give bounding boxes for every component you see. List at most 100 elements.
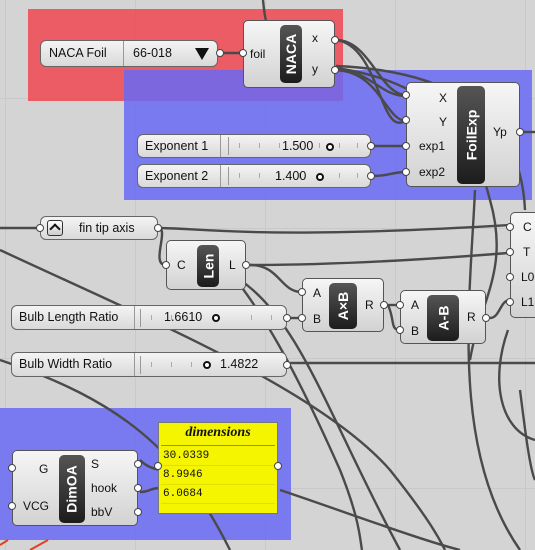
len-input-c[interactable]: C — [177, 258, 186, 272]
subtract-r-grip[interactable] — [482, 314, 490, 322]
multiply-input-b[interactable]: B — [313, 312, 321, 326]
wire — [157, 226, 167, 267]
subtract-input-b[interactable]: B — [411, 324, 419, 338]
subtract-input-a[interactable]: A — [411, 298, 419, 312]
len-component-tag: Len — [197, 245, 219, 287]
dimensions-row: 30.0339 — [161, 447, 275, 466]
foilexp-input-y[interactable]: Y — [439, 115, 447, 129]
output-grip[interactable] — [216, 49, 224, 57]
dimoa-hook-grip[interactable] — [134, 484, 142, 492]
right-input-l0[interactable]: L0 — [521, 270, 534, 284]
foilexp-yp-grip[interactable] — [516, 128, 524, 136]
foilexp-input-exp1[interactable]: exp1 — [419, 139, 445, 153]
foilexp-x-grip[interactable] — [402, 91, 410, 99]
bulb-width-ratio-slider[interactable]: Bulb Width Ratio 1.4822 — [11, 352, 287, 377]
dimoa-g-grip[interactable] — [8, 464, 16, 472]
dimoa-s-grip[interactable] — [134, 460, 142, 468]
naca-foil-grip[interactable] — [239, 49, 247, 57]
dimoa-vcg-grip[interactable] — [8, 502, 16, 510]
subtract-a-grip[interactable] — [396, 301, 404, 309]
naca-foil-name: NACA Foil — [49, 46, 107, 60]
subtract-component[interactable]: A B A-B R — [400, 290, 486, 344]
foilexp-exp2-grip[interactable] — [402, 168, 410, 176]
subtract-b-grip[interactable] — [396, 326, 404, 334]
fin-tip-axis-label: fin tip axis — [79, 221, 135, 235]
slider-divider — [134, 353, 135, 376]
right-l1-grip[interactable] — [506, 298, 514, 306]
exponent2-slider-knob[interactable] — [316, 173, 324, 181]
multiply-output-r[interactable]: R — [365, 298, 374, 312]
fin-tip-out-grip[interactable] — [154, 224, 162, 232]
len-component[interactable]: C Len L — [166, 240, 246, 290]
slider-divider — [220, 135, 221, 157]
dimoa-component-tag: DimOA — [59, 455, 85, 523]
bulb-length-ratio-slider[interactable]: Bulb Length Ratio 1.6610 — [11, 305, 287, 330]
naca-component[interactable]: foil NACA x y — [243, 20, 335, 88]
exponent1-label: Exponent 1 — [145, 139, 209, 153]
len-output-l[interactable]: L — [229, 258, 236, 272]
multiply-input-a[interactable]: A — [313, 286, 321, 300]
dimoa-output-s[interactable]: S — [91, 457, 99, 471]
right-input-c[interactable]: C — [523, 220, 532, 234]
foilexp-y-grip[interactable] — [402, 116, 410, 124]
dimoa-tag-label: DimOA — [64, 465, 81, 513]
dropdown-triangle-icon[interactable] — [195, 48, 209, 60]
naca-x-grip[interactable] — [331, 36, 339, 44]
right-l0-grip[interactable] — [506, 273, 514, 281]
right-input-l1[interactable]: L1 — [521, 295, 534, 309]
dimensions-row: 6.0684 — [161, 485, 275, 504]
foilexp-component[interactable]: X Y exp1 exp2 FoilExp Yp — [406, 82, 520, 187]
bulb-length-grip[interactable] — [283, 314, 291, 322]
len-l-grip[interactable] — [242, 261, 250, 269]
naca-foil-value-list[interactable]: NACA Foil 66-018 — [40, 40, 218, 67]
panel-in-grip[interactable] — [154, 462, 162, 470]
bulb-width-grip[interactable] — [283, 361, 291, 369]
multiply-a-grip[interactable] — [298, 288, 306, 296]
exponent1-slider-knob[interactable] — [326, 143, 334, 151]
exponent1-value: 1.500 — [282, 139, 314, 153]
exponent2-grip[interactable] — [367, 172, 375, 180]
panel-out-grip[interactable] — [274, 462, 282, 470]
toggle-arrow-icon[interactable] — [47, 220, 63, 236]
naca-y-grip[interactable] — [331, 66, 339, 74]
foilexp-output-yp[interactable]: Yp — [493, 125, 507, 139]
bulb-width-ratio-value: 1.4822 — [220, 357, 259, 371]
right-input-t[interactable]: T — [523, 245, 530, 259]
wire — [249, 263, 303, 294]
dimoa-bbv-grip[interactable] — [134, 508, 142, 516]
grasshopper-canvas[interactable]: NACA Foil 66-018 foil NACA x y X Y exp1 … — [0, 0, 535, 550]
foilexp-input-exp2[interactable]: exp2 — [419, 165, 445, 179]
fin-tip-axis-param[interactable]: fin tip axis — [40, 216, 158, 240]
right-c-grip[interactable] — [506, 223, 514, 231]
right-t-grip[interactable] — [506, 248, 514, 256]
multiply-component[interactable]: A B A×B R — [302, 278, 384, 332]
subtract-output-r[interactable]: R — [467, 310, 476, 324]
bulb-length-ratio-value: 1.6610 — [164, 310, 203, 324]
wire — [139, 486, 161, 494]
dimoa-component[interactable]: G VCG DimOA S hook bbV — [12, 450, 138, 526]
slider-divider — [134, 306, 135, 329]
foilexp-exp1-grip[interactable] — [402, 142, 410, 150]
naca-foil-value: 66-018 — [133, 46, 172, 60]
bulb-length-slider-knob[interactable] — [212, 314, 220, 322]
exponent1-slider[interactable]: Exponent 1 1.500 — [137, 134, 371, 158]
naca-output-y[interactable]: y — [312, 62, 318, 76]
naca-output-x[interactable]: x — [312, 31, 318, 45]
fin-tip-in-grip[interactable] — [36, 224, 44, 232]
bulb-length-ratio-track[interactable] — [140, 309, 280, 327]
dimensions-panel[interactable]: dimensions 30.0339 8.9946 6.0684 — [158, 422, 278, 514]
naca-input-foil[interactable]: foil — [250, 47, 265, 61]
dimoa-output-bbv[interactable]: bbV — [91, 505, 112, 519]
multiply-r-grip[interactable] — [380, 301, 388, 309]
dimensions-panel-title: dimensions — [185, 425, 251, 440]
exponent2-slider[interactable]: Exponent 2 1.400 — [137, 164, 371, 188]
dimoa-input-g[interactable]: G — [39, 462, 48, 476]
exponent1-grip[interactable] — [367, 142, 375, 150]
foilexp-input-x[interactable]: X — [439, 91, 447, 105]
bulb-width-slider-knob[interactable] — [203, 361, 211, 369]
dimoa-input-vcg[interactable]: VCG — [23, 499, 49, 513]
wire — [249, 251, 509, 267]
multiply-b-grip[interactable] — [298, 314, 306, 322]
len-c-grip[interactable] — [162, 261, 170, 269]
dimoa-output-hook[interactable]: hook — [91, 481, 117, 495]
